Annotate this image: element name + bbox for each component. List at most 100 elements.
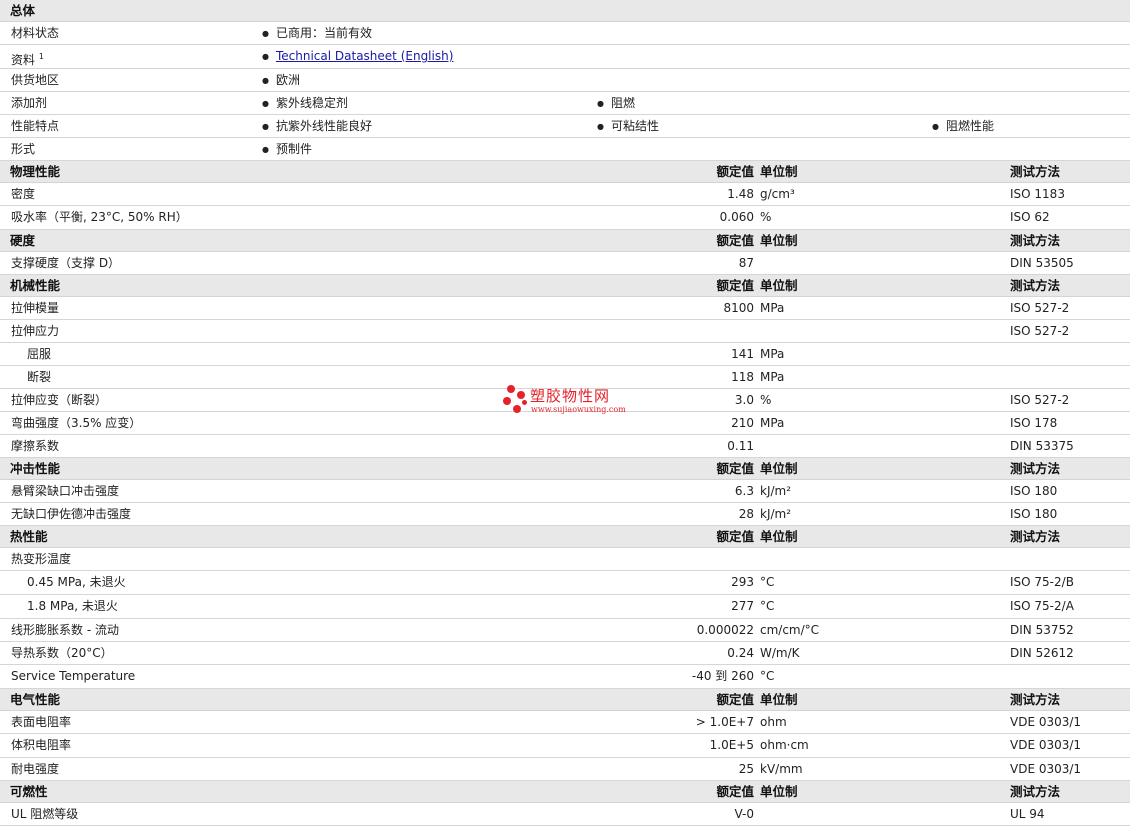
column-header-method: 测试方法 — [1010, 233, 1061, 248]
test-method: VDE 0303/1 — [1010, 738, 1082, 752]
property-row: 1.8 MPa, 未退火 277 °C ISO 75-2/A — [0, 595, 1130, 619]
test-method: DIN 53752 — [1010, 623, 1074, 637]
column-header-method: 测试方法 — [1010, 164, 1061, 179]
section-header: 物理性能 额定值 单位制 测试方法 — [0, 161, 1130, 183]
column-header-value: 额定值 — [716, 784, 754, 799]
property-row: UL 阻燃等级 V-0 UL 94 — [0, 803, 1130, 826]
section-header: 冲击性能 额定值 单位制 测试方法 — [0, 458, 1130, 480]
property-name: UL 阻燃等级 — [11, 807, 79, 821]
general-row-documents: 资料 1 Technical Datasheet (English) — [0, 45, 1130, 69]
property-row: 体积电阻率 1.0E+5 ohm·cm VDE 0303/1 — [0, 734, 1130, 758]
technical-datasheet-link[interactable]: Technical Datasheet (English) — [276, 49, 453, 63]
row-label: 资料 1 — [11, 52, 44, 67]
section-title: 物理性能 — [10, 164, 61, 179]
section-header: 硬度 额定值 单位制 测试方法 — [0, 230, 1130, 252]
property-row: 热变形温度 — [0, 548, 1130, 571]
property-row: 耐电强度 25 kV/mm VDE 0303/1 — [0, 758, 1130, 781]
property-value: 1.48 — [727, 187, 754, 201]
property-unit: MPa — [760, 370, 785, 384]
property-unit: MPa — [760, 301, 785, 315]
column-header-unit: 单位制 — [760, 461, 798, 476]
section-header-general: 总体 — [0, 0, 1130, 22]
datasheet-item: Technical Datasheet (English) — [262, 45, 453, 69]
property-name: 支撑硬度（支撑 D） — [11, 256, 121, 270]
column-header-value: 额定值 — [716, 278, 754, 293]
column-header-value: 额定值 — [716, 529, 754, 544]
property-row: 拉伸应力 ISO 527-2 — [0, 320, 1130, 343]
property-row: 表面电阻率 > 1.0E+7 ohm VDE 0303/1 — [0, 711, 1130, 734]
property-name: 0.45 MPa, 未退火 — [27, 575, 126, 589]
property-value: 293 — [731, 575, 754, 589]
test-method: VDE 0303/1 — [1010, 715, 1082, 729]
row-label: 形式 — [11, 142, 36, 156]
test-method: VDE 0303/1 — [1010, 762, 1082, 776]
property-row: 悬臂梁缺口冲击强度 6.3 kJ/m² ISO 180 — [0, 480, 1130, 503]
property-value: 0.060 — [719, 210, 754, 224]
row-label: 添加剂 — [11, 96, 48, 110]
property-name: 断裂 — [27, 370, 52, 384]
column-header-method: 测试方法 — [1010, 529, 1061, 544]
property-unit: cm/cm/°C — [760, 623, 820, 637]
section-title: 热性能 — [10, 529, 48, 544]
test-method: DIN 53505 — [1010, 256, 1074, 270]
property-value: 0.000022 — [696, 623, 754, 637]
property-name: 拉伸应变（断裂） — [11, 393, 108, 407]
test-method: ISO 527-2 — [1010, 301, 1070, 315]
property-value: 1.0E+5 — [709, 738, 754, 752]
molecule-logo-icon — [501, 383, 527, 417]
property-row: 拉伸模量 8100 MPa ISO 527-2 — [0, 297, 1130, 320]
property-unit: kV/mm — [760, 762, 803, 776]
property-unit: % — [760, 393, 772, 407]
status-value: 已商用：当前有效 — [262, 22, 372, 46]
column-header-value: 额定值 — [716, 164, 754, 179]
watermark-name: 塑胶物性网 — [530, 387, 611, 405]
property-name: 弯曲强度（3.5% 应变） — [11, 416, 142, 430]
feature-item: 阻燃性能 — [932, 115, 994, 139]
property-unit: °C — [760, 669, 775, 683]
property-value: 277 — [731, 599, 754, 613]
region-value: 欧洲 — [262, 69, 300, 93]
section-title: 冲击性能 — [10, 461, 61, 476]
property-unit: kJ/m² — [760, 507, 792, 521]
column-header-method: 测试方法 — [1010, 461, 1061, 476]
property-name: 密度 — [11, 187, 36, 201]
section-header: 电气性能 额定值 单位制 测试方法 — [0, 689, 1130, 711]
property-value: 141 — [731, 347, 754, 361]
property-row: 屈服 141 MPa — [0, 343, 1130, 366]
test-method: ISO 180 — [1010, 507, 1058, 521]
section-title: 机械性能 — [10, 278, 61, 293]
property-unit: % — [760, 210, 772, 224]
additive-item: 紫外线稳定剂 — [262, 92, 348, 116]
column-header-value: 额定值 — [716, 461, 754, 476]
property-name: 拉伸应力 — [11, 324, 60, 338]
property-row: 支撑硬度（支撑 D） 87 DIN 53505 — [0, 252, 1130, 275]
material-datasheet: 总体 材料状态 已商用：当前有效 资料 1 Technical Datashee… — [0, 0, 1130, 826]
section-title: 硬度 — [10, 233, 36, 248]
test-method: UL 94 — [1010, 807, 1045, 821]
property-value: 0.11 — [727, 439, 754, 453]
property-unit: MPa — [760, 347, 785, 361]
property-name: 线形膨胀系数 - 流动 — [11, 623, 119, 637]
property-name: 摩擦系数 — [11, 439, 60, 453]
property-name: Service Temperature — [11, 669, 136, 683]
property-name: 体积电阻率 — [11, 738, 72, 752]
property-name: 表面电阻率 — [11, 715, 72, 729]
property-value: 8100 — [723, 301, 754, 315]
section-header: 可燃性 额定值 单位制 测试方法 — [0, 781, 1130, 803]
property-name: 热变形温度 — [11, 552, 72, 566]
property-row: Service Temperature -40 到 260 °C — [0, 665, 1130, 689]
additive-item: 阻燃 — [597, 92, 635, 116]
test-method: ISO 75-2/A — [1010, 599, 1074, 613]
property-name: 屈服 — [27, 347, 52, 361]
property-name: 1.8 MPa, 未退火 — [27, 599, 118, 613]
watermark-logo: 塑胶物性网 www.sujiaowuxing.com — [501, 383, 631, 419]
property-row: 无缺口伊佐德冲击强度 28 kJ/m² ISO 180 — [0, 503, 1130, 526]
property-row: 0.45 MPa, 未退火 293 °C ISO 75-2/B — [0, 571, 1130, 595]
column-header-unit: 单位制 — [760, 233, 798, 248]
test-method: ISO 178 — [1010, 416, 1058, 430]
section-title: 可燃性 — [10, 784, 48, 799]
watermark-url: www.sujiaowuxing.com — [531, 405, 626, 414]
row-label: 性能特点 — [11, 119, 60, 133]
general-row-additives: 添加剂 紫外线稳定剂 阻燃 — [0, 92, 1130, 115]
property-unit: °C — [760, 575, 775, 589]
